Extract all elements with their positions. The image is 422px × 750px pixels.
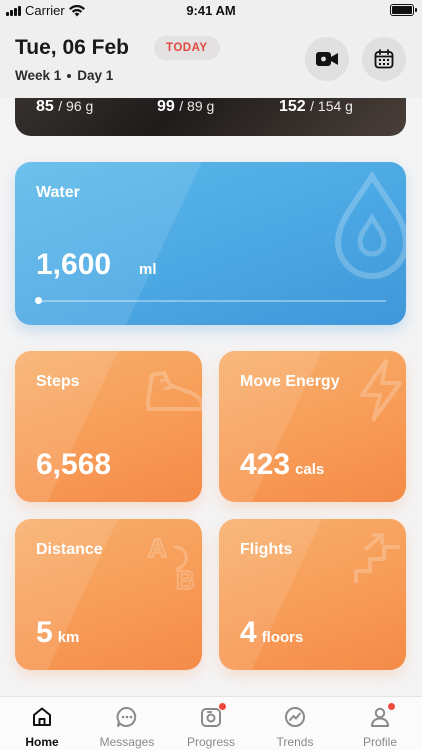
tab-trends[interactable]: Trends [253,697,337,750]
date-title[interactable]: Tue, 06 Feb [15,36,129,60]
status-time: 9:41 AM [186,3,236,18]
today-badge[interactable]: TODAY [154,36,220,60]
day-label: Day 1 [77,68,114,83]
macro-protein: 85 / 96 g [36,98,93,116]
steps-label: Steps [36,373,80,390]
macro-value: 152 [279,98,306,115]
distance-label: Distance [36,541,103,558]
tab-label: Progress [186,735,236,749]
tab-label: Trends [276,735,314,749]
tab-label: Messages [99,735,155,749]
week-day-line: Week 1 Day 1 [15,68,113,83]
distance-value: 5 [36,616,53,649]
steps-value: 6,568 [36,448,112,481]
macro-fat: 152 / 154 g [279,98,353,116]
flights-value: 4 [240,616,257,649]
tab-label: Home [25,735,59,749]
move-energy-label: Move Energy [240,373,340,390]
calendar-button[interactable] [362,37,406,81]
calendar-icon [374,49,394,69]
sneaker-icon [146,371,202,411]
notification-badge [218,702,227,711]
battery-icon [390,4,417,16]
macro-carbs: 99 / 89 g [157,98,214,116]
video-camera-icon [316,52,338,66]
macro-value: 99 [157,98,175,115]
notification-badge [387,702,396,711]
tab-label: Profile [362,735,397,749]
macro-target: / 96 g [58,98,94,114]
flights-label: Flights [240,541,293,558]
camera-icon [199,702,227,729]
move-energy-unit: cals [295,461,325,478]
distance-card[interactable]: A B Distance 5 km [15,519,202,670]
steps-card[interactable]: Steps 6,568 [15,351,202,502]
tab-profile[interactable]: Profile [338,697,422,750]
distance-unit: km [57,629,80,646]
tab-bar: Home Messages Progress Trends Profile [0,696,422,750]
svg-text:A: A [148,533,167,563]
header: Tue, 06 Feb TODAY Week 1 Day 1 [0,22,422,98]
macro-target: / 89 g [179,98,215,114]
lightning-icon [360,359,402,421]
water-progress-track [36,300,386,302]
water-drop-icon [334,172,406,279]
status-bar: Carrier 9:41 AM [0,0,422,22]
move-energy-card[interactable]: Move Energy 423 cals [219,351,406,502]
water-value: 1,600 [36,248,112,281]
flights-value-line: 4 floors [240,618,303,648]
water-progress-knob[interactable] [35,297,42,304]
move-energy-value-line: 423 cals [240,450,324,480]
a-to-b-icon: A B [147,532,196,593]
water-unit: ml [139,261,157,278]
person-icon [368,702,396,729]
stairs-icon [354,533,400,583]
tab-home[interactable]: Home [0,697,84,750]
separator-dot [67,73,72,78]
flights-unit: floors [261,629,304,646]
trend-icon [283,705,307,729]
macro-target: / 154 g [310,98,353,114]
video-call-button[interactable] [305,37,349,81]
water-card[interactable]: Water 1,600 ml [15,162,406,325]
water-label: Water [36,184,80,201]
week-label: Week 1 [15,68,62,83]
svg-text:B: B [176,565,195,593]
flights-card[interactable]: Flights 4 floors [219,519,406,670]
move-energy-value: 423 [240,448,291,481]
tab-messages[interactable]: Messages [85,697,169,750]
distance-value-line: 5 km [36,618,79,648]
chat-icon [115,705,139,729]
macro-value: 85 [36,98,54,115]
macro-values-row: 85 / 96 g 99 / 89 g 152 / 154 g [15,98,406,122]
tab-progress[interactable]: Progress [169,697,253,750]
home-icon [30,705,54,729]
